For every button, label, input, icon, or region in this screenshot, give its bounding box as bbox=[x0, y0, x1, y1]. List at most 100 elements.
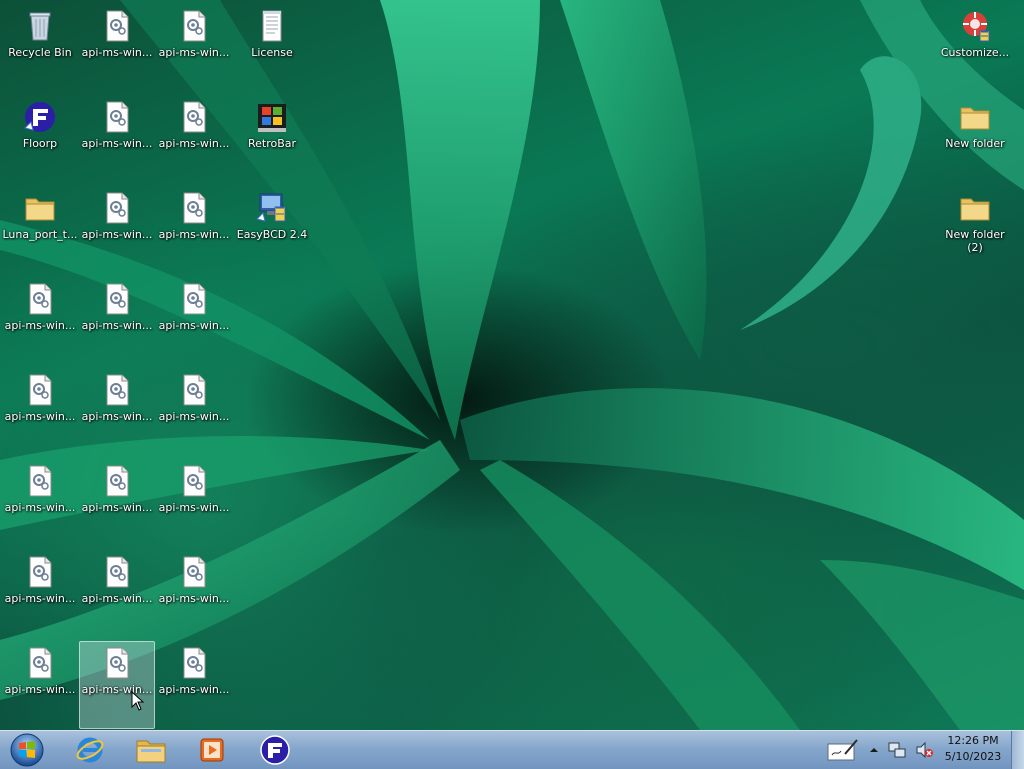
desktop-icon-luna-port[interactable]: Luna_port_t... bbox=[2, 186, 78, 274]
dll-file-icon bbox=[100, 373, 134, 407]
dll-file-icon bbox=[100, 646, 134, 680]
mouse-cursor-icon bbox=[131, 691, 145, 711]
desktop-icon-api-file[interactable]: api-ms-win... bbox=[2, 459, 78, 547]
desktop-icon-api-file[interactable]: api-ms-win... bbox=[2, 368, 78, 456]
dll-file-icon bbox=[177, 373, 211, 407]
desktop-icon-label: api-ms-win... bbox=[4, 410, 76, 423]
dll-file-icon bbox=[23, 373, 57, 407]
clock-time: 12:26 PM bbox=[947, 734, 999, 747]
desktop-icon-api-file[interactable]: api-ms-win... bbox=[156, 186, 232, 274]
desktop-icon-api-file[interactable]: api-ms-win... bbox=[2, 277, 78, 365]
desktop-icon-api-file[interactable]: api-ms-win... bbox=[156, 4, 232, 92]
desktop-icon-label: api-ms-win... bbox=[81, 410, 153, 423]
desktop-icon-api-file[interactable]: api-ms-win... bbox=[2, 550, 78, 638]
folder-icon bbox=[958, 191, 992, 225]
easybcd-icon bbox=[255, 191, 289, 225]
desktop-icon-api-file[interactable]: api-ms-win... bbox=[156, 368, 232, 456]
desktop-icon-label: api-ms-win... bbox=[158, 228, 230, 241]
show-desktop-button[interactable] bbox=[1011, 731, 1024, 769]
pen-input-icon bbox=[827, 739, 858, 761]
desktop-icon-label: License bbox=[251, 46, 293, 59]
desktop-icon-label: api-ms-win... bbox=[158, 319, 230, 332]
dll-file-icon bbox=[177, 555, 211, 589]
desktop-icon-api-file[interactable]: api-ms-win... bbox=[156, 277, 232, 365]
dll-file-icon bbox=[177, 191, 211, 225]
desktop-icon-customize[interactable]: Customize... bbox=[937, 4, 1013, 92]
file-explorer-icon bbox=[136, 740, 166, 763]
desktop-icon-label: api-ms-win... bbox=[81, 46, 153, 59]
desktop-icon-api-file[interactable]: api-ms-win... bbox=[79, 550, 155, 638]
dll-file-icon bbox=[177, 100, 211, 134]
desktop-icon-api-file[interactable]: api-ms-win... bbox=[79, 368, 155, 456]
taskbar-internet-explorer[interactable] bbox=[66, 731, 114, 769]
start-button[interactable] bbox=[2, 731, 52, 769]
desktop-icon-label: api-ms-win... bbox=[81, 137, 153, 150]
desktop-icon-label: api-ms-win... bbox=[4, 319, 76, 332]
desktop-icon-label: api-ms-win... bbox=[158, 46, 230, 59]
taskbar-file-explorer[interactable] bbox=[127, 731, 175, 769]
desktop-icon-label: api-ms-win... bbox=[158, 137, 230, 150]
tray-network[interactable] bbox=[886, 731, 908, 769]
retrobar-icon bbox=[255, 100, 289, 134]
text-document-icon bbox=[255, 9, 289, 43]
dll-file-icon bbox=[100, 9, 134, 43]
dll-file-icon bbox=[177, 9, 211, 43]
customize-icon bbox=[958, 9, 992, 43]
internet-explorer-icon bbox=[76, 737, 104, 763]
dll-file-icon bbox=[100, 100, 134, 134]
desktop-icon-label: New folder bbox=[945, 137, 1005, 150]
dll-file-icon bbox=[23, 282, 57, 316]
desktop-icon-api-file-selected[interactable]: api-ms-win... bbox=[79, 641, 155, 729]
folder-icon bbox=[23, 191, 57, 225]
floorp-icon bbox=[260, 735, 290, 765]
network-icon bbox=[888, 742, 906, 758]
dll-file-icon bbox=[177, 282, 211, 316]
dll-file-icon bbox=[177, 646, 211, 680]
tray-volume[interactable] bbox=[912, 731, 936, 769]
desktop-icon-api-file[interactable]: api-ms-win... bbox=[156, 459, 232, 547]
desktop-icon-new-folder[interactable]: New folder bbox=[937, 95, 1013, 183]
taskbar-floorp[interactable] bbox=[251, 731, 299, 769]
desktop-icon-recycle-bin[interactable]: Recycle Bin bbox=[2, 4, 78, 92]
desktop-icon-label: EasyBCD 2.4 bbox=[236, 228, 308, 241]
desktop-icon-label: api-ms-win... bbox=[4, 683, 76, 696]
dll-file-icon bbox=[100, 464, 134, 498]
desktop-icon-label: api-ms-win... bbox=[158, 410, 230, 423]
media-player-icon bbox=[200, 738, 224, 762]
desktop-icon-label: api-ms-win... bbox=[4, 592, 76, 605]
recycle-bin-icon bbox=[23, 9, 57, 43]
desktop-icon-new-folder-2[interactable]: New folder (2) bbox=[937, 186, 1013, 274]
tray-handwriting-input[interactable] bbox=[824, 731, 862, 769]
desktop-icon-easybcd[interactable]: EasyBCD 2.4 bbox=[234, 186, 310, 274]
desktop-icon-api-file[interactable]: api-ms-win... bbox=[79, 186, 155, 274]
desktop-icon-api-file[interactable]: api-ms-win... bbox=[79, 4, 155, 92]
chevron-up-icon bbox=[870, 748, 878, 752]
desktop-icon-api-file[interactable]: api-ms-win... bbox=[2, 641, 78, 729]
desktop-icon-label: Recycle Bin bbox=[8, 46, 72, 59]
desktop-icon-retrobar[interactable]: RetroBar bbox=[234, 95, 310, 183]
taskbar-media-player[interactable] bbox=[188, 731, 236, 769]
desktop-icon-label: New folder (2) bbox=[945, 228, 1005, 254]
tray-show-hidden-icons[interactable] bbox=[866, 731, 882, 769]
dll-file-icon bbox=[23, 646, 57, 680]
desktop-icon-license[interactable]: License bbox=[234, 4, 310, 92]
desktop-icon-api-file[interactable]: api-ms-win... bbox=[156, 641, 232, 729]
desktop-icon-label: api-ms-win... bbox=[81, 319, 153, 332]
desktop-icon-api-file[interactable]: api-ms-win... bbox=[156, 95, 232, 183]
desktop-icon-api-file[interactable]: api-ms-win... bbox=[79, 95, 155, 183]
dll-file-icon bbox=[100, 282, 134, 316]
dll-file-icon bbox=[100, 191, 134, 225]
desktop-icon-label: Luna_port_t... bbox=[2, 228, 78, 241]
desktop-icon-label: api-ms-win... bbox=[158, 683, 230, 696]
desktop-icon-label: api-ms-win... bbox=[158, 501, 230, 514]
dll-file-icon bbox=[177, 464, 211, 498]
desktop-icon-api-file[interactable]: api-ms-win... bbox=[156, 550, 232, 638]
desktop-icon-label: api-ms-win... bbox=[81, 592, 153, 605]
desktop-icon-floorp[interactable]: Floorp bbox=[2, 95, 78, 183]
tray-clock[interactable]: 12:26 PM 5/10/2023 bbox=[942, 733, 1004, 765]
desktop-icon-label: RetroBar bbox=[247, 137, 297, 150]
desktop-icon-api-file[interactable]: api-ms-win... bbox=[79, 459, 155, 547]
desktop-icon-label: api-ms-win... bbox=[81, 501, 153, 514]
clock-date: 5/10/2023 bbox=[944, 750, 1002, 763]
desktop-icon-api-file[interactable]: api-ms-win... bbox=[79, 277, 155, 365]
